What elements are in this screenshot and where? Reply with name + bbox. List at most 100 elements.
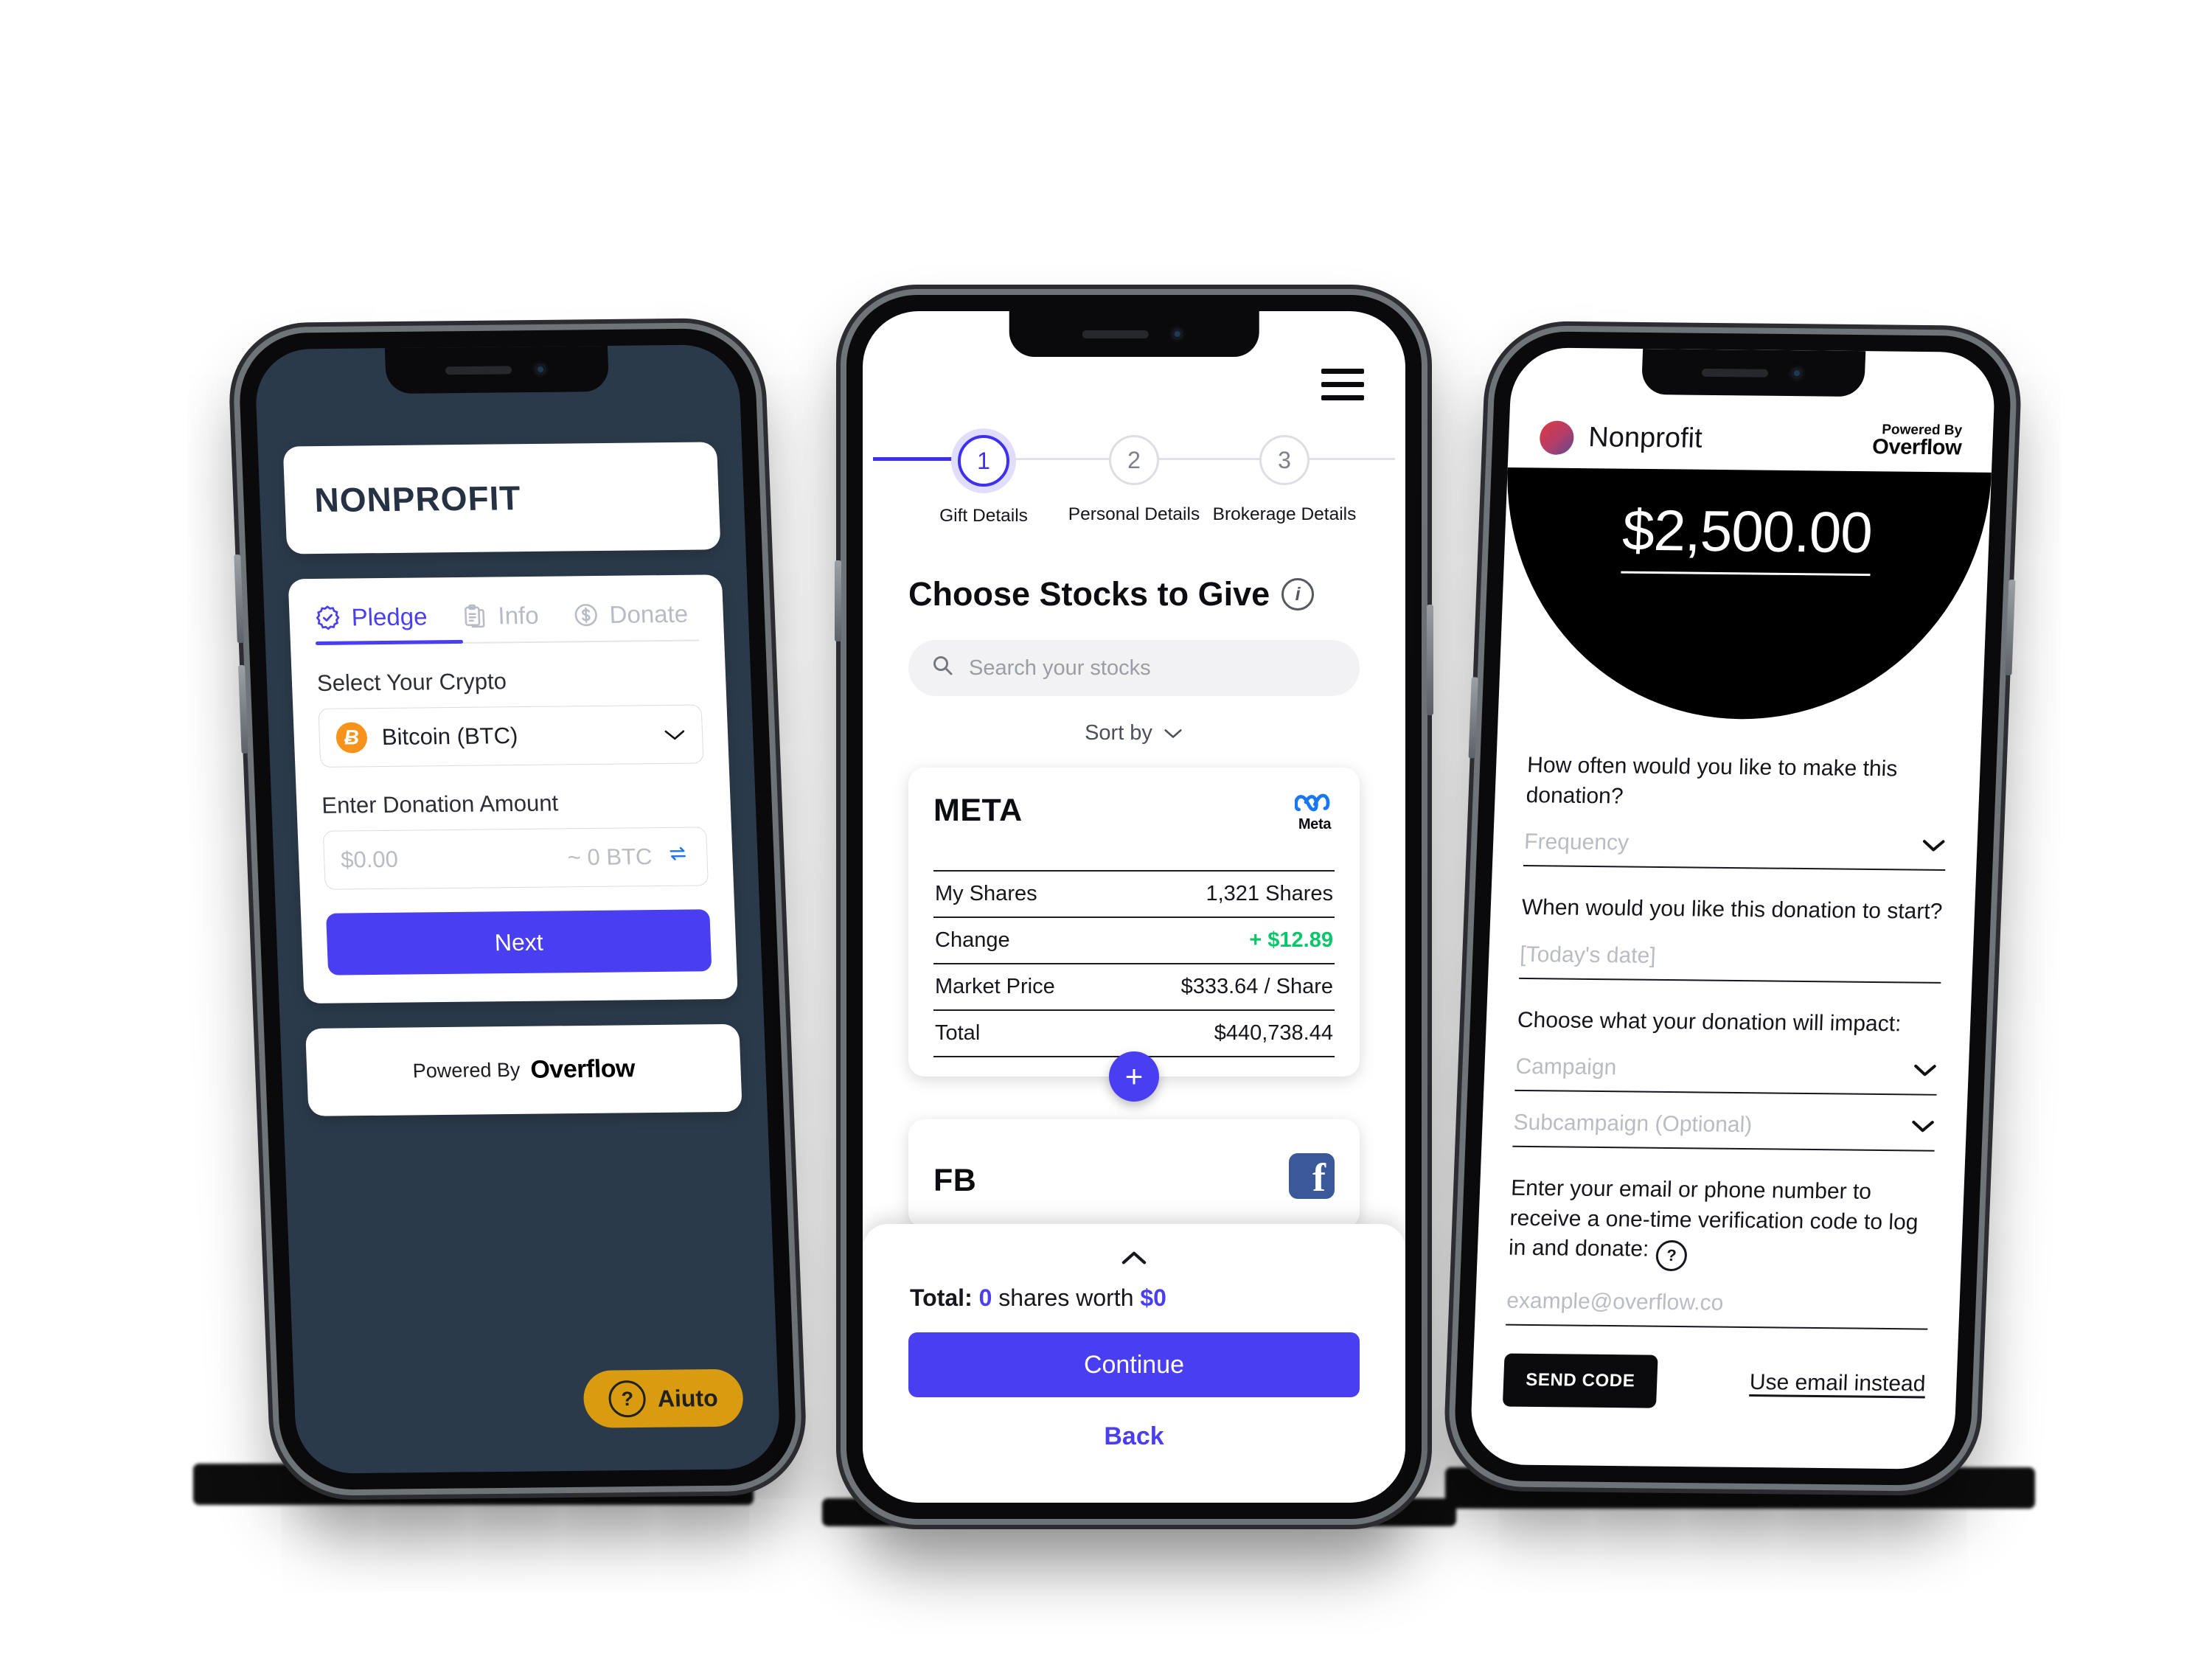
swap-currency-icon[interactable] — [665, 844, 691, 870]
help-button-label: Aiuto — [657, 1384, 719, 1412]
email-placeholder: example@overflow.co — [1506, 1288, 1725, 1315]
front-camera-icon — [1788, 365, 1806, 382]
overflow-logo: Overflow — [1871, 435, 1962, 460]
phone2-side-button — [1427, 605, 1433, 715]
donation-amount-input[interactable]: $0.00 ~ 0 BTC — [322, 827, 709, 890]
email-field[interactable]: example@overflow.co — [1506, 1288, 1930, 1330]
row-value: 1,321 Shares — [1206, 882, 1333, 905]
crypto-select-value: Bitcoin (BTC) — [381, 723, 518, 750]
step-1[interactable]: 1 Gift Details — [873, 435, 1133, 526]
summary-suffix: shares worth — [998, 1284, 1134, 1311]
back-button[interactable]: Back — [908, 1422, 1360, 1451]
add-stock-button[interactable]: + — [1109, 1051, 1159, 1102]
table-row: My Shares 1,321 Shares — [933, 872, 1335, 918]
search-input[interactable]: Search your stocks — [908, 640, 1360, 696]
phone2-notch — [1009, 311, 1259, 357]
pledge-form-card: Pledge Info Donate Select Your Crypto Ƀ … — [288, 574, 738, 1004]
frequency-placeholder: Frequency — [1523, 830, 1630, 855]
sort-by-dropdown[interactable]: Sort by — [908, 721, 1360, 745]
send-code-button[interactable]: SEND CODE — [1502, 1353, 1658, 1408]
brand-block: Nonprofit — [1539, 420, 1703, 456]
info-circle-icon[interactable]: i — [1281, 578, 1315, 611]
phone-device-pledge: NONPROFIT Pledge Info Donate Select Your… — [234, 327, 799, 1491]
row-value: $440,738.44 — [1214, 1021, 1333, 1045]
active-tab-indicator — [315, 639, 464, 645]
campaign-placeholder: Campaign — [1514, 1054, 1617, 1080]
org-title-card: NONPROFIT — [282, 442, 721, 554]
step-1-label: Gift Details — [939, 506, 1028, 526]
phone2-screen: 1 Gift Details 2 Personal Details 3 Brok… — [863, 311, 1405, 1503]
donation-amount-placeholder: $0.00 — [340, 846, 399, 873]
sort-by-label: Sort by — [1085, 721, 1152, 745]
tab-info[interactable]: Info — [461, 602, 540, 630]
stock-card-meta[interactable]: META Meta My Shares 1,321 Shares Change … — [908, 768, 1360, 1102]
stock-ticker: FB — [933, 1163, 977, 1198]
bottom-summary-sheet: Total: 0 shares worth $0 Continue Back — [863, 1224, 1405, 1503]
tab-pledge[interactable]: Pledge — [314, 602, 428, 632]
search-icon — [931, 653, 954, 683]
step-3-label: Brokerage Details — [1212, 504, 1357, 524]
tab-donate[interactable]: Donate — [572, 600, 689, 630]
next-button[interactable]: Next — [326, 909, 712, 975]
page-title: Choose Stocks to Give i — [908, 575, 1360, 613]
chevron-down-icon — [1163, 721, 1183, 745]
select-crypto-label: Select Your Crypto — [316, 668, 507, 696]
help-button[interactable]: ? Aiuto — [582, 1368, 745, 1428]
progress-stepper: 1 Gift Details 2 Personal Details 3 Brok… — [873, 435, 1395, 526]
search-placeholder: Search your stocks — [969, 655, 1151, 680]
row-label: Change — [935, 928, 1010, 952]
crypto-select[interactable]: Ƀ Bitcoin (BTC) — [318, 704, 704, 768]
pledge-tabs: Pledge Info Donate — [313, 599, 700, 645]
front-camera-icon — [532, 361, 549, 378]
stock-card-fb[interactable]: FB — [908, 1119, 1360, 1228]
campaign-select[interactable]: Campaign — [1514, 1054, 1938, 1096]
table-row: Change + $12.89 — [933, 918, 1335, 964]
phone1-notch — [384, 345, 610, 394]
continue-button[interactable]: Continue — [908, 1332, 1360, 1397]
frequency-question: How often would you like to make this do… — [1526, 753, 1898, 808]
donation-footer: SEND CODE Use email instead — [1472, 1325, 1958, 1411]
row-label: Market Price — [935, 975, 1055, 998]
subcampaign-placeholder: Subcampaign (Optional) — [1513, 1110, 1753, 1138]
verified-badge-icon — [314, 605, 341, 631]
row-value: + $12.89 — [1249, 928, 1333, 952]
impact-question: Choose what your donation will impact: — [1517, 1007, 1902, 1036]
row-label: My Shares — [935, 882, 1037, 905]
overflow-logo: Overflow — [529, 1054, 636, 1084]
org-avatar — [1539, 420, 1575, 455]
row-value: $333.64 / Share — [1180, 975, 1333, 998]
start-date-placeholder: [Today's date] — [1519, 942, 1657, 968]
step-3-number: 3 — [1259, 435, 1310, 485]
use-email-instead-link[interactable]: Use email instead — [1749, 1370, 1926, 1397]
tab-info-label: Info — [497, 601, 540, 630]
summary-share-count: 0 — [978, 1284, 992, 1311]
phone3-screen: Nonprofit Powered By Overflow $2,500.00 … — [1469, 347, 1997, 1470]
hamburger-menu-icon[interactable] — [1321, 369, 1364, 408]
frequency-select[interactable]: Frequency — [1523, 830, 1947, 872]
phone3-volume-button — [1468, 677, 1478, 759]
start-date-question: When would you like this donation to sta… — [1521, 895, 1943, 924]
donation-form: How often would you like to make this do… — [1475, 717, 1982, 1330]
summary-total: Total: 0 shares worth $0 — [910, 1284, 1360, 1312]
summary-total-label: Total: — [910, 1284, 973, 1311]
stock-ticker: META — [933, 793, 1023, 828]
chevron-up-icon[interactable] — [908, 1246, 1360, 1267]
page-title-text: Choose Stocks to Give — [908, 575, 1270, 613]
phone3-side-button — [2005, 580, 2016, 676]
step-2[interactable]: 2 Personal Details — [985, 435, 1283, 525]
powered-by-prefix: Powered By — [412, 1058, 521, 1082]
donation-amount-hero: $2,500.00 — [1498, 467, 1992, 722]
step-3[interactable]: 3 Brokerage Details — [1135, 435, 1395, 525]
phone2-volume-button — [835, 560, 841, 641]
table-row: Market Price $333.64 / Share — [933, 964, 1335, 1011]
stock-detail-table: My Shares 1,321 Shares Change + $12.89 M… — [933, 870, 1335, 1057]
phone1-volume-button — [238, 664, 248, 754]
subcampaign-select[interactable]: Subcampaign (Optional) — [1512, 1110, 1936, 1152]
question-circle-icon[interactable]: ? — [1655, 1239, 1688, 1272]
powered-by-card: Powered By Overflow — [305, 1023, 742, 1116]
table-row: Total $440,738.44 — [933, 1011, 1335, 1057]
start-date-input[interactable]: [Today's date] — [1519, 942, 1943, 984]
phone-mockup-stage: NONPROFIT Pledge Info Donate Select Your… — [0, 0, 2212, 1659]
phone-device-stocks: 1 Gift Details 2 Personal Details 3 Brok… — [835, 295, 1433, 1519]
phone1-screen: NONPROFIT Pledge Info Donate Select Your… — [254, 344, 782, 1474]
